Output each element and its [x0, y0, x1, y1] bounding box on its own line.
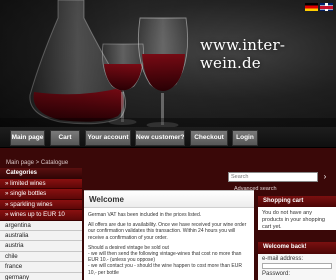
advanced-search-link[interactable]: Advanced search — [234, 186, 277, 192]
vintage-notice: Should a desired vintage be sold out - w… — [88, 244, 242, 276]
login-header: Welcome back! — [258, 242, 336, 254]
language-flags — [305, 3, 333, 11]
category-austria[interactable]: austria — [0, 241, 82, 252]
password-label: Password: — [262, 271, 291, 277]
page-title: Welcome — [84, 191, 254, 208]
categories-sidebar: Categories » limited wines » single bott… — [0, 168, 82, 280]
shopping-cart-box: Shopping cart You do not have any produc… — [258, 196, 336, 230]
category-australia[interactable]: australia — [0, 230, 82, 242]
cart-empty-message: You do not have any products in your sho… — [262, 210, 325, 230]
nav-new-customer[interactable]: New customer? — [135, 130, 185, 146]
login-form: e-mail address: Password: — [258, 254, 336, 280]
login-box: Welcome back! — [258, 242, 336, 254]
category-argentina[interactable]: argentina — [0, 220, 82, 231]
search-arrow-icon: › — [323, 172, 327, 181]
category-france[interactable]: france — [0, 262, 82, 273]
category-single-bottles[interactable]: » single bottles — [0, 189, 82, 200]
category-limited-wines[interactable]: » limited wines — [0, 179, 82, 190]
nav-login[interactable]: Login — [232, 130, 258, 146]
category-germany[interactable]: germany — [0, 272, 82, 280]
nav-your-account[interactable]: Your account — [85, 130, 131, 146]
categories-header: Categories — [0, 168, 82, 179]
header-banner: www.inter-wein.de — [0, 0, 336, 127]
nav-checkout[interactable]: Checkout — [190, 130, 228, 146]
breadcrumb[interactable]: Main page > Catalogue — [0, 158, 336, 168]
email-label: e-mail address: — [262, 256, 304, 262]
category-wines-up-to-10[interactable]: » wines up to EUR 10 — [0, 210, 82, 221]
german-flag-icon[interactable] — [305, 3, 318, 11]
vat-notice: German VAT has been included in the pric… — [88, 212, 202, 218]
category-chile[interactable]: chile — [0, 251, 82, 263]
english-flag-icon[interactable] — [320, 3, 333, 11]
email-field[interactable] — [262, 263, 332, 269]
main-content: Welcome German VAT has been included in … — [84, 190, 254, 280]
search-bar: › — [228, 172, 336, 182]
availability-notice: All offers are due to availability. Once… — [88, 222, 247, 241]
category-sparkling-wines[interactable]: » sparkling wines — [0, 199, 82, 211]
nav-cart[interactable]: Cart — [50, 130, 80, 146]
search-input[interactable] — [228, 172, 318, 182]
search-button[interactable]: › — [320, 172, 330, 182]
site-url-text: www.inter-wein.de — [200, 36, 286, 72]
main-navigation: Main page Cart Your account New customer… — [0, 127, 336, 148]
shopping-cart-header[interactable]: Shopping cart — [258, 196, 336, 207]
nav-main-page[interactable]: Main page — [10, 130, 45, 146]
